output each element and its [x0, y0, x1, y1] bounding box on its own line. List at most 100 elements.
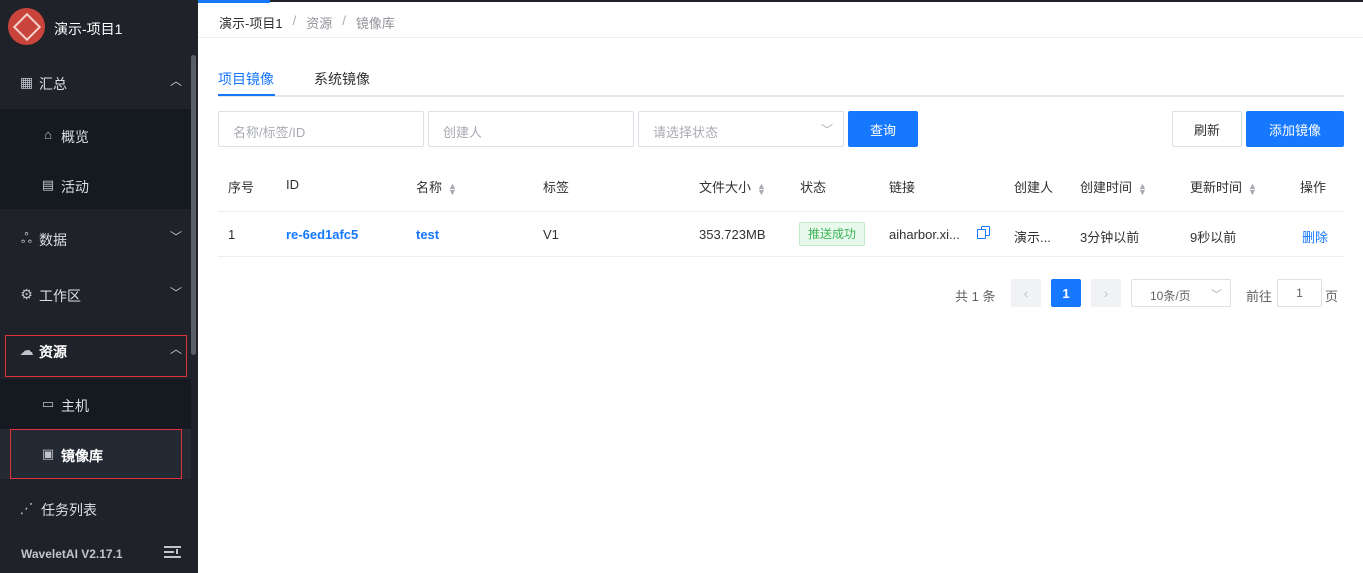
- copy-icon[interactable]: [977, 226, 990, 239]
- col-header-tag: 标签: [543, 180, 570, 195]
- next-page-button[interactable]: ›: [1091, 279, 1121, 307]
- page-size-select[interactable]: 10条/页 ﹀: [1131, 279, 1231, 307]
- page-unit-label: 页: [1325, 289, 1339, 304]
- chevron-left-icon: ‹: [1023, 285, 1029, 301]
- tab-project-images[interactable]: 项目镜像: [218, 69, 274, 89]
- sidebar-scrollbar[interactable]: [191, 55, 196, 355]
- sitemap-icon: ஃ: [21, 230, 32, 246]
- sidebar-item-label: 主机: [61, 398, 89, 414]
- name-search-input[interactable]: 名称/标签/ID: [218, 111, 424, 147]
- input-placeholder: 名称/标签/ID: [233, 125, 306, 140]
- sidebar: 演示-项目1 ▦ 汇总 ︿ ⌂ 概览 ▤ 活动 ஃ 数据 ﹀ ⚙ 工作区 ﹀ ☁…: [0, 0, 198, 573]
- breadcrumb: 演示-项目1 / 资源 / 镜像库: [219, 13, 395, 32]
- breadcrumb-separator: /: [342, 13, 346, 28]
- add-image-button[interactable]: 添加镜像: [1246, 111, 1344, 147]
- sidebar-footer: WaveletAI V2.17.1: [0, 533, 198, 573]
- col-header-id: ID: [286, 177, 299, 192]
- breadcrumb-separator: /: [292, 13, 297, 28]
- breadcrumb-item-image-repo: 镜像库: [355, 16, 395, 31]
- sort-icon[interactable]: ▲ ▼: [1248, 181, 1257, 196]
- project-logo[interactable]: [8, 8, 45, 45]
- page-size-value: 10条/页: [1150, 289, 1191, 303]
- status-badge: 推送成功: [799, 222, 866, 246]
- col-header-label: 创建时间: [1080, 180, 1133, 195]
- select-placeholder: 请选择状态: [653, 125, 719, 140]
- table-row-divider: [218, 256, 1344, 257]
- col-header-link: 链接: [889, 180, 916, 195]
- sidebar-item-overview[interactable]: ⌂ 概览: [0, 110, 191, 160]
- cell-created: 3分钟以前: [1080, 230, 1140, 245]
- chevron-down-icon: ﹀: [170, 286, 183, 300]
- prev-page-button[interactable]: ‹: [1011, 279, 1041, 307]
- col-header-label: 名称: [416, 180, 443, 195]
- chevron-up-icon: ︿: [170, 74, 183, 88]
- status-select[interactable]: 请选择状态 ﹀: [638, 111, 844, 147]
- creator-input[interactable]: 创建人: [428, 111, 634, 147]
- cell-size: 353.723MB: [699, 227, 766, 242]
- tab-active-indicator: [218, 94, 275, 96]
- menu-group-tasks[interactable]: ⋰ 任务列表: [0, 481, 191, 537]
- sort-icon[interactable]: ▲ ▼: [1138, 181, 1147, 196]
- menu-group-label: 汇总: [39, 76, 67, 92]
- gear-icon: ⚙: [20, 286, 33, 302]
- cell-index: 1: [228, 227, 236, 242]
- header-divider: [218, 211, 1344, 212]
- col-header-label: 文件大小: [699, 180, 752, 195]
- sidebar-item-host[interactable]: ▭ 主机: [0, 379, 191, 429]
- collapse-sidebar-icon[interactable]: [164, 545, 182, 561]
- version-label: WaveletAI V2.17.1: [21, 547, 123, 561]
- menu-group-resources[interactable]: ☁ 资源 ︿: [0, 323, 191, 379]
- col-header-action: 操作: [1300, 180, 1327, 195]
- menu-group-label: 资源: [39, 344, 67, 360]
- tab-system-images[interactable]: 系统镜像: [314, 69, 370, 89]
- server-icon: ▭: [41, 396, 55, 411]
- cell-id-link[interactable]: re-6ed1afc5: [286, 227, 358, 242]
- home-icon: ⌂: [44, 127, 52, 142]
- chevron-down-icon: ﹀: [1211, 289, 1222, 301]
- cell-updated: 9秒以前: [1190, 230, 1237, 245]
- breadcrumb-divider: [198, 37, 1363, 38]
- sidebar-item-label: 概览: [61, 129, 89, 145]
- sort-icon[interactable]: ▲ ▼: [448, 181, 457, 196]
- cell-creator: 演示...: [1014, 230, 1051, 245]
- menu-group-summary[interactable]: ▦ 汇总 ︿: [0, 55, 191, 111]
- sidebar-item-activity[interactable]: ▤ 活动: [0, 160, 191, 210]
- share-icon: ⋰: [19, 500, 34, 516]
- refresh-button[interactable]: 刷新: [1172, 111, 1242, 147]
- cell-name-link[interactable]: test: [416, 227, 439, 242]
- col-header-creator: 创建人: [1014, 180, 1054, 195]
- id-card-icon: ▤: [41, 177, 55, 192]
- goto-page-input[interactable]: 1: [1277, 279, 1322, 307]
- main-content: 演示-项目1 / 资源 / 镜像库 项目镜像 系统镜像 名称/标签/ID 创建人…: [198, 0, 1363, 573]
- grid-icon: ▦: [19, 74, 34, 90]
- cell-tag: V1: [543, 227, 559, 242]
- sort-icon[interactable]: ▲ ▼: [757, 181, 766, 196]
- chevron-right-icon: ›: [1103, 285, 1109, 301]
- sidebar-item-label: 活动: [61, 179, 89, 195]
- chevron-down-icon: ﹀: [820, 123, 833, 137]
- tab-bar: 项目镜像 系统镜像: [218, 60, 1344, 97]
- cell-link: aiharbor.xi...: [889, 227, 960, 242]
- delete-button[interactable]: 删除: [1302, 227, 1328, 246]
- col-header-created[interactable]: 创建时间 ▲ ▼: [1080, 177, 1147, 196]
- menu-group-data[interactable]: ஃ 数据 ﹀: [0, 211, 191, 267]
- page-number-current[interactable]: 1: [1051, 279, 1081, 307]
- col-header-name[interactable]: 名称 ▲ ▼: [416, 177, 457, 196]
- search-button[interactable]: 查询: [848, 111, 918, 147]
- goto-label: 前往: [1246, 289, 1273, 304]
- sidebar-item-image-repo[interactable]: ▣ 镜像库: [0, 429, 191, 479]
- breadcrumb-item-resources[interactable]: 资源: [306, 13, 332, 32]
- input-placeholder: 创建人: [443, 125, 483, 140]
- col-header-size[interactable]: 文件大小 ▲ ▼: [699, 177, 766, 196]
- menu-group-label: 工作区: [39, 288, 81, 304]
- pagination-total: 共 1 条: [955, 289, 996, 304]
- col-header-updated[interactable]: 更新时间 ▲ ▼: [1190, 177, 1257, 196]
- menu-group-workspace[interactable]: ⚙ 工作区 ﹀: [0, 267, 191, 323]
- col-header-index: 序号: [228, 180, 255, 195]
- project-name[interactable]: 演示-项目1: [54, 19, 122, 39]
- breadcrumb-item-project[interactable]: 演示-项目1: [219, 13, 283, 32]
- loading-bar: [198, 0, 270, 3]
- menu-group-label: 任务列表: [41, 502, 97, 518]
- sidebar-item-label: 镜像库: [61, 448, 103, 464]
- col-header-label: 更新时间: [1190, 180, 1243, 195]
